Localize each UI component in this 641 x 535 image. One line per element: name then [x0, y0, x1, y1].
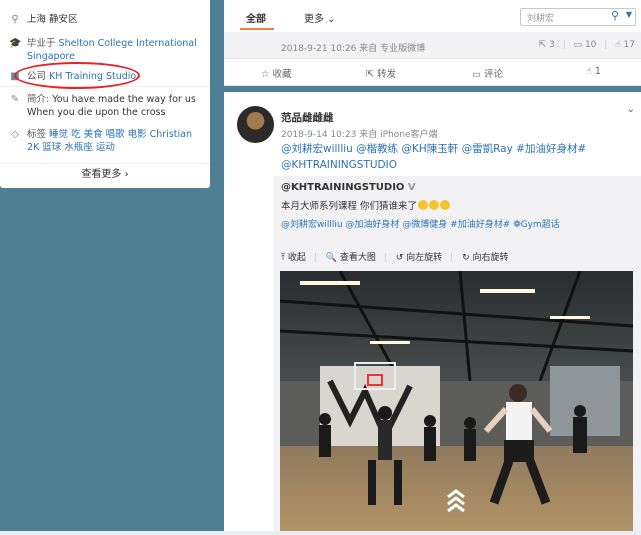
search-icon[interactable]: ⚲: [611, 9, 619, 22]
post-1-action-bar: ☆ 收藏 ⇱ 转发 ▭ 评论 ☝ 1: [224, 58, 641, 86]
tab-all[interactable]: 全部: [246, 10, 266, 25]
post-2-card: 范品雌雌雌 2018-9-14 10:23 来自 iPhone客户端 ⌄ @刘耕…: [224, 92, 641, 535]
comment-count[interactable]: 10: [585, 40, 596, 50]
post-1-date[interactable]: 2018-9-21 10:26 来自 专业版微博: [281, 41, 425, 54]
emoji-icon: [429, 200, 440, 210]
emoji-icon: [440, 200, 451, 210]
like-count[interactable]: 17: [624, 40, 635, 50]
location-pin-icon: ⚲: [11, 14, 19, 25]
thumbs-up-icon: ☝: [586, 66, 595, 77]
comment-icon: ▭: [472, 69, 484, 80]
repost-icon[interactable]: ⇱: [539, 40, 547, 50]
bio-label: 简介:: [27, 94, 50, 105]
rotate-right-button[interactable]: ↻ 向右旋转: [462, 253, 508, 263]
bio-edit-icon: ✎: [10, 94, 20, 105]
favorite-button[interactable]: ☆ 收藏: [261, 66, 292, 80]
chevron-down-icon[interactable]: ▼: [626, 10, 632, 19]
post-2-date[interactable]: 2018-9-14 10:23 来自 iPhone客户端: [281, 127, 437, 140]
feed-search-input[interactable]: 刘耕宏 ⚲ ▼: [520, 8, 636, 26]
view-large-button[interactable]: 🔍 查看大图: [326, 253, 376, 263]
post-1-stats: ⇱ 3 | ▭ 10 | ☝ 17: [538, 40, 635, 50]
post-author[interactable]: 范品雌雌雌: [281, 110, 334, 125]
repost-count[interactable]: 3: [549, 40, 555, 50]
repost-mentions[interactable]: @刘耕宏willliu @加油好身材 @微博健身 #加油好身材# ❁Gym超话: [281, 218, 581, 232]
collapse-button[interactable]: ⤒ 收起: [281, 253, 306, 263]
tab-more[interactable]: 更多 ⌄: [304, 10, 336, 25]
education-prefix: 毕业于: [27, 38, 56, 49]
gym-photo-illustration: [280, 271, 633, 535]
rotate-left-button[interactable]: ↺ 向左旋转: [396, 253, 442, 263]
emoji-icon: [418, 200, 429, 210]
like-button[interactable]: ☝ 1: [586, 66, 601, 77]
active-tab-indicator: [240, 28, 274, 30]
post-2-text[interactable]: @刘耕宏willliu @楷教练 @KH陳玉軒 @雷凱Ray #加油好身材# @…: [281, 141, 621, 173]
star-icon: ☆: [261, 69, 273, 80]
post-photo[interactable]: [280, 271, 633, 535]
feed-tabs-bar: 全部 更多 ⌄ 刘耕宏 ⚲ ▼: [224, 0, 641, 32]
repost-text: 本月大师系列课程 你们猜谁来了: [281, 198, 451, 212]
share-icon: ⇱: [366, 69, 377, 80]
like-icon[interactable]: ☝: [615, 40, 620, 50]
annotation-ellipse: [14, 62, 140, 89]
verified-icon: V: [407, 182, 416, 193]
location-text: 上海 静安区: [27, 14, 78, 25]
comment-button[interactable]: ▭ 评论: [472, 66, 503, 80]
photo-toolbar: ⤒ 收起 | 🔍 查看大图 | ↺ 向左旋转 | ↻ 向右旋转: [281, 253, 509, 263]
comment-icon[interactable]: ▭: [574, 40, 583, 50]
tags-links[interactable]: 睡觉 吃 美食 唱歌 电影 Christian 2K 篮球 水瓶座 运动: [27, 129, 192, 153]
profile-info-card: ⚲ 上海 静安区 🎓 毕业于 Shelton College Internati…: [0, 0, 210, 188]
bio-text: You have made the way for us When you di…: [27, 94, 196, 118]
chevron-down-icon[interactable]: ⌄: [627, 104, 635, 115]
search-value: 刘耕宏: [527, 14, 555, 24]
graduation-cap-icon: 🎓: [9, 38, 22, 49]
view-more-link[interactable]: 查看更多 ›: [0, 164, 210, 186]
repost-author[interactable]: @KHTRAININGSTUDIO V: [281, 182, 416, 193]
tag-icon: ◇: [11, 129, 19, 140]
repost-button[interactable]: ⇱ 转发: [366, 66, 396, 80]
bottom-scroll-strip: [0, 531, 641, 535]
avatar[interactable]: [237, 106, 274, 143]
reposted-content: @KHTRAININGSTUDIO V 本月大师系列课程 你们猜谁来了 @刘耕宏…: [273, 176, 641, 535]
tags-label: 标签: [27, 129, 47, 140]
